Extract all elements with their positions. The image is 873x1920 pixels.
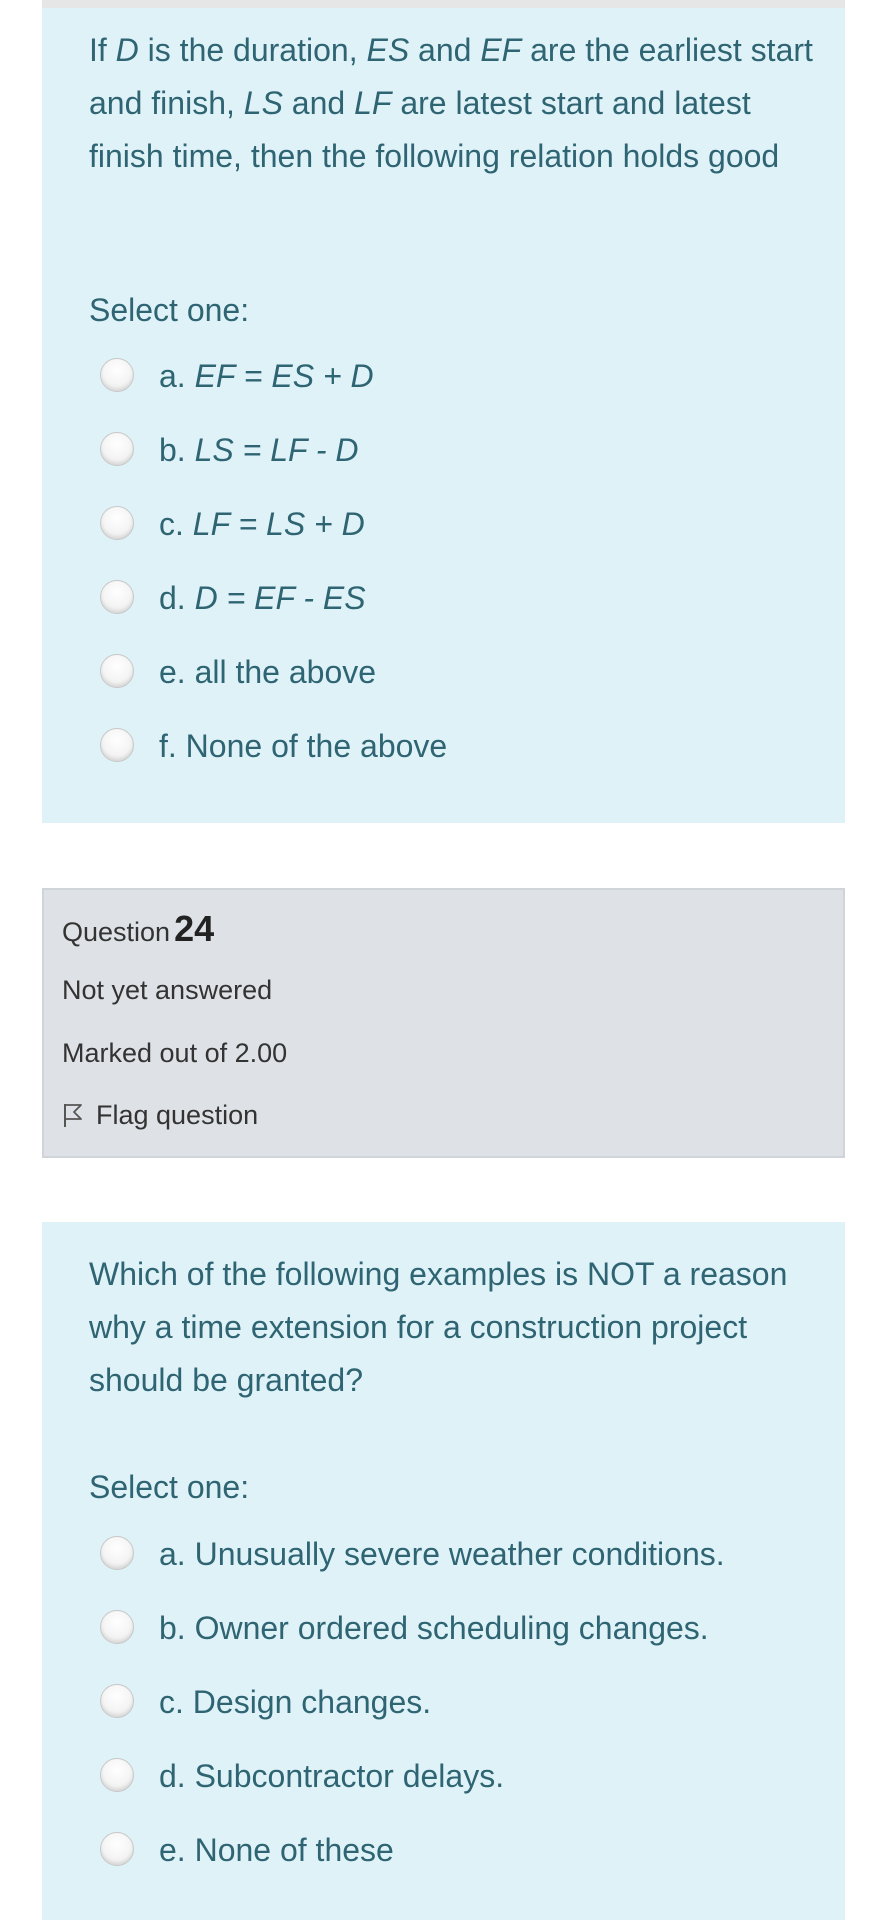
answer-option-label[interactable]: b. Owner ordered scheduling changes. [159,1604,709,1652]
radio-button[interactable] [100,580,134,614]
answer-option-d[interactable]: d. D = EF - ES [100,574,820,624]
top-divider [42,0,845,8]
question-23-text: If D is the duration, ES and EF are the … [89,32,813,174]
answer-option-label[interactable]: c. Design changes. [159,1678,431,1726]
question-number: Question 24 [62,908,215,949]
radio-button[interactable] [100,1832,134,1866]
radio-button[interactable] [100,506,134,540]
question-23-content: If D is the duration, ES and EF are the … [42,8,845,823]
answer-option-c[interactable]: c. LF = LS + D [100,500,820,550]
question-state: Not yet answered [62,975,273,1005]
radio-button[interactable] [100,1758,134,1792]
answer-option-f[interactable]: f. None of the above [100,722,820,772]
radio-button[interactable] [100,1610,134,1644]
answer-option-label[interactable]: d. D = EF - ES [159,574,366,622]
answer-option-label[interactable]: c. LF = LS + D [159,500,365,548]
answer-option-e[interactable]: e. None of these [100,1826,820,1876]
question-24-content: Which of the following examples is NOT a… [42,1222,845,1920]
answer-option-a[interactable]: a. Unusually severe weather conditions. [100,1530,820,1580]
question-info-box: Question 24 Not yet answered Marked out o… [42,888,845,1158]
answer-option-label[interactable]: d. Subcontractor delays. [159,1752,504,1800]
question-grade: Marked out of 2.00 [62,1038,288,1068]
flag-icon[interactable] [62,1102,84,1128]
answer-option-b[interactable]: b. Owner ordered scheduling changes. [100,1604,820,1654]
radio-button[interactable] [100,432,134,466]
select-one-label: Select one: [89,292,250,328]
question-24-text: Which of the following examples is NOT a… [89,1256,788,1398]
answer-option-label[interactable]: a. EF = ES + D [159,352,374,400]
radio-button[interactable] [100,1684,134,1718]
radio-button[interactable] [100,358,134,392]
answer-option-d[interactable]: d. Subcontractor delays. [100,1752,820,1802]
answer-option-a[interactable]: a. EF = ES + D [100,352,820,402]
answer-option-c[interactable]: c. Design changes. [100,1678,820,1728]
answer-option-label[interactable]: e. None of these [159,1826,394,1874]
answer-option-b[interactable]: b. LS = LF - D [100,426,820,476]
select-one-label: Select one: [89,1469,250,1505]
answer-option-label[interactable]: e. all the above [159,648,376,696]
answer-option-label[interactable]: a. Unusually severe weather conditions. [159,1530,725,1578]
flag-question-link[interactable]: Flag question [62,1100,258,1131]
answer-option-label[interactable]: f. None of the above [159,722,447,770]
answer-option-e[interactable]: e. all the above [100,648,820,698]
radio-button[interactable] [100,1536,134,1570]
answer-option-label[interactable]: b. LS = LF - D [159,426,359,474]
radio-button[interactable] [100,654,134,688]
radio-button[interactable] [100,728,134,762]
